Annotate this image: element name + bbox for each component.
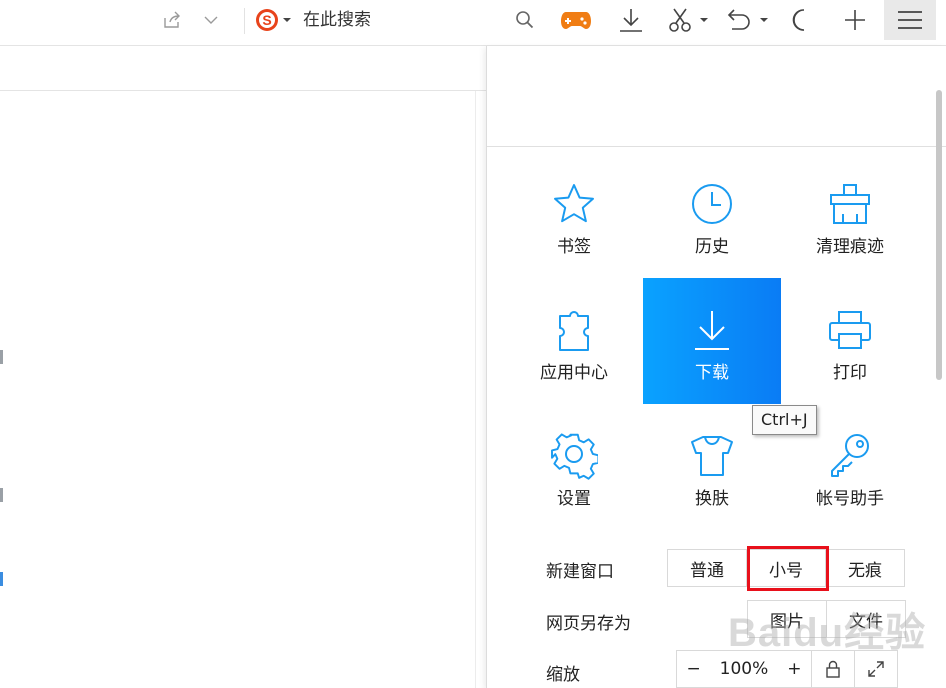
- menu-item-label: 帐号助手: [816, 489, 884, 509]
- dropdown-icon[interactable]: [198, 0, 224, 40]
- menu-button[interactable]: [884, 0, 936, 40]
- toolbar: S 在此搜索: [0, 0, 946, 46]
- menu-icon: [898, 11, 922, 29]
- watermark: Baidu经验: [728, 611, 927, 655]
- panel-divider: [487, 146, 946, 147]
- menu-item-label: 换肤: [695, 489, 729, 509]
- broom-icon: [781, 180, 919, 228]
- download-icon: [643, 306, 781, 354]
- page-content-border: [475, 91, 476, 688]
- page-edge-mark: [0, 488, 3, 502]
- plus-icon[interactable]: [840, 0, 870, 40]
- menu-item-bookmarks[interactable]: 书签: [505, 152, 643, 278]
- toolbar-divider: [244, 8, 245, 34]
- new-window-incognito-button[interactable]: 无痕: [825, 549, 905, 587]
- printer-icon: [781, 306, 919, 354]
- shortcut-tooltip: Ctrl+J: [752, 405, 817, 435]
- zoom-value: 100%: [719, 659, 769, 679]
- menu-item-label: 下载: [695, 363, 729, 383]
- browser-window: S 在此搜索 书签 历史 清理痕迹 应用中心 下载 打印 设置 换肤 帐号助手 …: [0, 0, 946, 688]
- scissors-icon[interactable]: [666, 0, 712, 40]
- download-icon[interactable]: [616, 0, 646, 40]
- search-icon[interactable]: [512, 0, 538, 40]
- sogou-s-icon[interactable]: S: [254, 0, 294, 40]
- menu-item-label: 应用中心: [540, 363, 608, 383]
- menu-item-label: 设置: [557, 489, 591, 509]
- tshirt-icon: [643, 432, 781, 480]
- page-content-divider: [0, 90, 487, 91]
- undo-icon[interactable]: [724, 0, 772, 40]
- menu-item-history[interactable]: 历史: [643, 152, 781, 278]
- moon-icon[interactable]: [786, 0, 816, 40]
- highlight-box: [747, 546, 829, 591]
- svg-text:S: S: [262, 12, 271, 28]
- new-window-label: 新建窗口: [546, 562, 614, 582]
- key-icon: [781, 432, 919, 480]
- page-edge-mark: [0, 572, 3, 586]
- scrollbar[interactable]: [936, 90, 942, 380]
- menu-item-label: 书签: [557, 237, 591, 257]
- puzzle-icon: [505, 306, 643, 354]
- menu-item-clear-traces[interactable]: 清理痕迹: [781, 152, 919, 278]
- share-icon[interactable]: [158, 0, 186, 40]
- zoom-in-button[interactable]: +: [787, 659, 801, 679]
- menu-item-label: 历史: [695, 237, 729, 257]
- zoom-out-button[interactable]: −: [686, 659, 700, 679]
- new-window-normal-button[interactable]: 普通: [667, 549, 747, 587]
- menu-item-download[interactable]: 下载: [643, 278, 781, 404]
- menu-item-label: 清理痕迹: [816, 237, 884, 257]
- search-input[interactable]: 在此搜索: [303, 9, 371, 31]
- menu-item-app-center[interactable]: 应用中心: [505, 278, 643, 404]
- menu-item-print[interactable]: 打印: [781, 278, 919, 404]
- menu-item-settings[interactable]: 设置: [505, 404, 643, 530]
- save-as-label: 网页另存为: [546, 614, 631, 634]
- gear-icon: [505, 432, 643, 480]
- clock-icon: [643, 180, 781, 228]
- menu-item-label: 打印: [833, 363, 867, 383]
- star-icon: [505, 180, 643, 228]
- page-edge-mark: [0, 350, 3, 364]
- zoom-label: 缩放: [546, 665, 580, 685]
- gamepad-icon[interactable]: [558, 0, 594, 40]
